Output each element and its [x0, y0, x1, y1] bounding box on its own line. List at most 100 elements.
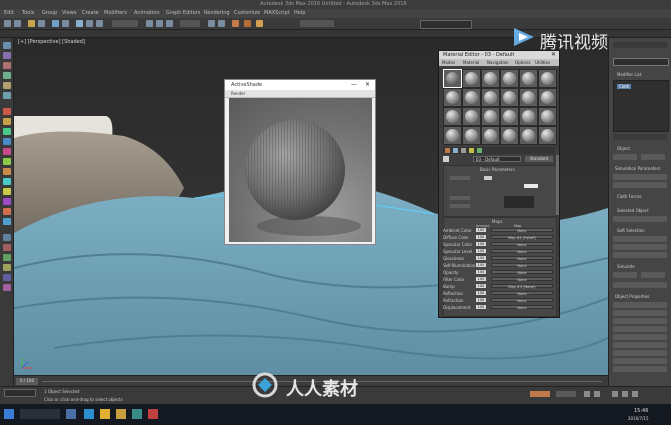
- property-row[interactable]: [613, 350, 667, 356]
- map-amount[interactable]: 100: [476, 228, 486, 232]
- map-amount[interactable]: 100: [476, 298, 486, 302]
- menu-item[interactable]: Modifiers: [104, 10, 127, 16]
- sample-slot[interactable]: [481, 88, 500, 107]
- select-by-name-icon[interactable]: [62, 20, 69, 27]
- material-name-field[interactable]: 03 - Default: [473, 156, 521, 162]
- ambient-swatch[interactable]: [484, 176, 492, 180]
- render-toolbar-label[interactable]: Render: [231, 91, 245, 96]
- map-button[interactable]: None: [491, 298, 553, 303]
- shader-dropdown[interactable]: [450, 176, 470, 180]
- property-row[interactable]: [613, 358, 667, 364]
- menu-navigation[interactable]: Navigation: [487, 60, 509, 65]
- sample-slot[interactable]: [538, 69, 557, 88]
- maxscript-listener[interactable]: [4, 389, 36, 397]
- app-icon[interactable]: [148, 409, 158, 419]
- map-button[interactable]: None: [491, 242, 553, 247]
- scale-icon[interactable]: [96, 20, 103, 27]
- edge-spinner[interactable]: [641, 272, 665, 278]
- rollout-simulation[interactable]: Simulation Parameters: [615, 166, 660, 171]
- show-map-icon[interactable]: [477, 148, 482, 153]
- map-button[interactable]: None: [491, 270, 553, 275]
- object-paint-icon[interactable]: [3, 274, 11, 281]
- object-name-field[interactable]: [613, 58, 669, 66]
- menu-material[interactable]: Material: [463, 60, 479, 65]
- cylinder-icon[interactable]: [3, 128, 11, 135]
- put-material-icon[interactable]: [453, 148, 458, 153]
- property-row[interactable]: [613, 342, 667, 348]
- sample-slot[interactable]: [462, 88, 481, 107]
- map-amount[interactable]: 100: [476, 249, 486, 253]
- search-input[interactable]: [420, 20, 472, 29]
- reference-dropdown[interactable]: [112, 20, 138, 27]
- link-icon[interactable]: [28, 20, 35, 27]
- motion-icon[interactable]: [3, 72, 11, 79]
- sample-slot[interactable]: [443, 126, 462, 145]
- frame-indicator[interactable]: 0 / 100: [16, 378, 38, 385]
- render-window-titlebar[interactable]: ActiveShade — ✕: [225, 80, 375, 90]
- bubble-spinner[interactable]: [613, 272, 637, 278]
- sample-slot[interactable]: [500, 107, 519, 126]
- set-key-button[interactable]: [556, 391, 576, 397]
- property-row[interactable]: [613, 326, 667, 332]
- sphere-icon[interactable]: [3, 118, 11, 125]
- map-amount[interactable]: 100: [476, 305, 486, 309]
- explorer-icon[interactable]: [100, 409, 110, 419]
- pan-icon[interactable]: [622, 391, 628, 397]
- simulate-button[interactable]: [613, 182, 667, 188]
- stack-toolbar[interactable]: [613, 134, 667, 140]
- selection-set-dropdown[interactable]: [180, 20, 200, 27]
- systems-icon[interactable]: [3, 198, 11, 205]
- sample-slot[interactable]: [443, 88, 462, 107]
- property-row[interactable]: [613, 310, 667, 316]
- sample-slot[interactable]: [481, 69, 500, 88]
- stack-item[interactable]: Cloth: [617, 84, 632, 89]
- camera-icon[interactable]: [3, 168, 11, 175]
- map-button[interactable]: None: [491, 291, 553, 296]
- sample-slot[interactable]: [500, 88, 519, 107]
- rollout-simulate[interactable]: Simulate: [617, 264, 635, 269]
- utilities-icon[interactable]: [3, 92, 11, 99]
- modify-icon[interactable]: [3, 52, 11, 59]
- graphite-icon[interactable]: [3, 234, 11, 241]
- sample-slot[interactable]: [481, 126, 500, 145]
- menu-options[interactable]: Options: [515, 60, 530, 65]
- reset-map-icon[interactable]: [469, 148, 474, 153]
- material-editor[interactable]: Material Editor - 03 - Default ✕ Modes M…: [438, 50, 560, 318]
- menu-item[interactable]: Rendering: [204, 10, 230, 16]
- helper-icon[interactable]: [3, 178, 11, 185]
- edge-icon[interactable]: [84, 409, 94, 419]
- zoom-icon[interactable]: [612, 391, 618, 397]
- auto-key-button[interactable]: [530, 391, 550, 397]
- map-amount[interactable]: 100: [476, 270, 486, 274]
- select-icon[interactable]: [52, 20, 59, 27]
- sample-slot[interactable]: [519, 107, 538, 126]
- shape-icon[interactable]: [3, 218, 11, 225]
- simulate-local-button[interactable]: [613, 174, 667, 180]
- light-icon[interactable]: [3, 158, 11, 165]
- render-window[interactable]: ActiveShade — ✕ Render: [224, 79, 376, 245]
- map-button[interactable]: None: [491, 228, 553, 233]
- property-row[interactable]: [613, 302, 667, 308]
- viewport-label[interactable]: [+] [Perspective] [Shaded]: [18, 40, 85, 45]
- map-amount[interactable]: 100: [476, 256, 486, 260]
- rollout-object[interactable]: Object: [617, 146, 630, 151]
- map-amount[interactable]: 100: [476, 284, 486, 288]
- sample-slot[interactable]: [481, 107, 500, 126]
- align-icon[interactable]: [218, 20, 225, 27]
- spacewarp-icon[interactable]: [3, 188, 11, 195]
- map-button[interactable]: None: [491, 256, 553, 261]
- sample-slot[interactable]: [538, 126, 557, 145]
- minimize-icon[interactable]: —: [351, 81, 357, 88]
- hierarchy-icon[interactable]: [3, 62, 11, 69]
- undo-icon[interactable]: [4, 20, 11, 27]
- close-icon[interactable]: ✕: [365, 81, 370, 88]
- plane-icon[interactable]: [3, 138, 11, 145]
- snap-icon[interactable]: [146, 20, 153, 27]
- rollout-title[interactable]: Maps: [492, 219, 503, 224]
- specular-level-spinner[interactable]: [450, 196, 470, 200]
- menu-item[interactable]: Views: [62, 10, 76, 16]
- cloth-forces-button[interactable]: [641, 154, 665, 160]
- menu-item[interactable]: Group: [42, 10, 57, 16]
- material-type-button[interactable]: Standard: [525, 156, 553, 162]
- menu-item[interactable]: Create: [82, 10, 99, 16]
